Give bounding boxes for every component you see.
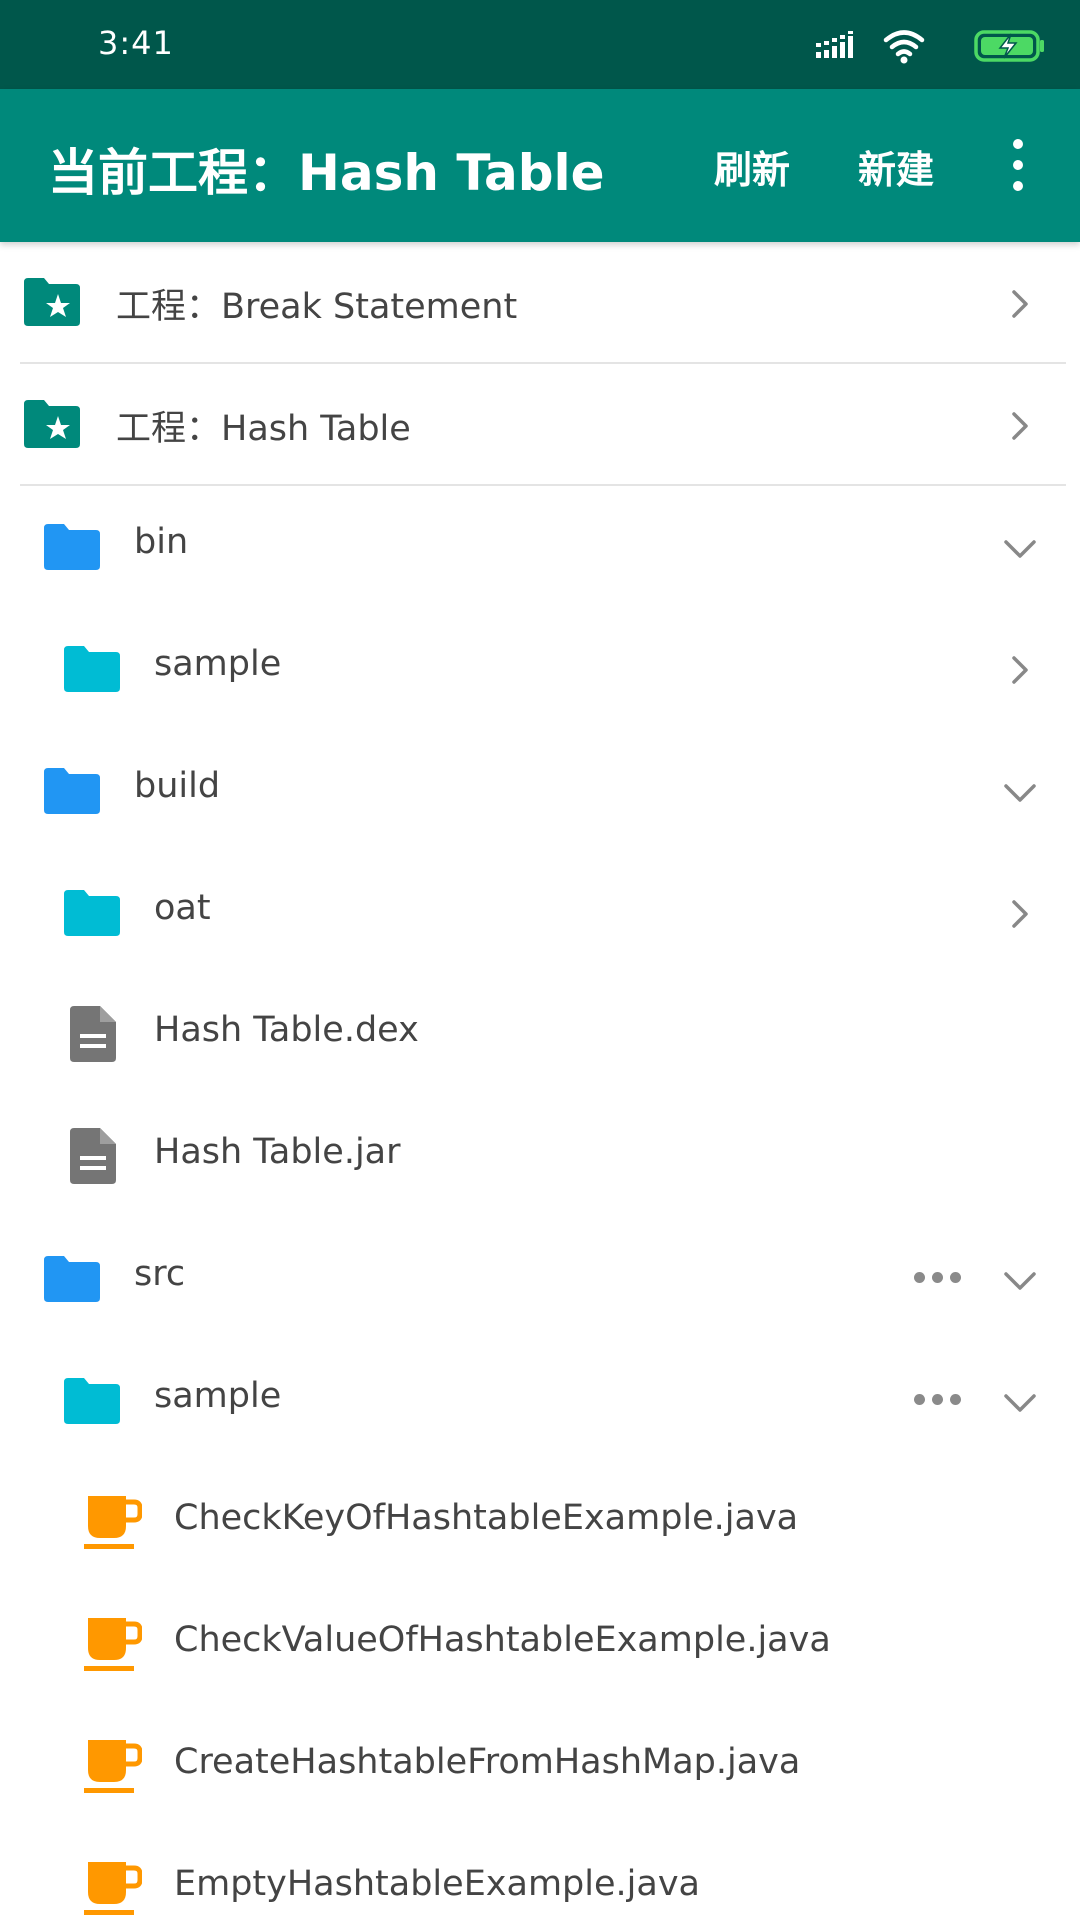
tree-item-folder[interactable]: build	[0, 730, 1080, 852]
chevron-right-icon[interactable]	[1002, 896, 1038, 932]
tree-item-label: bin	[134, 522, 189, 562]
project-item[interactable]: 工程：Hash Table	[20, 364, 1066, 486]
refresh-button[interactable]: 刷新	[714, 139, 790, 194]
new-button[interactable]: 新建	[858, 139, 934, 194]
more-horiz-icon[interactable]	[914, 1270, 962, 1286]
chevron-right-icon[interactable]	[1002, 408, 1038, 444]
project-label: 工程：Break Statement	[116, 287, 518, 327]
tree-item-label: CheckKeyOfHashtableExample.java	[174, 1498, 799, 1538]
tree-item-file[interactable]: Hash Table.dex	[0, 974, 1080, 1096]
tree-item-label: build	[134, 766, 221, 806]
chevron-right-icon[interactable]	[1002, 286, 1038, 322]
folder-icon	[44, 1256, 100, 1302]
more-horiz-icon[interactable]	[914, 1392, 962, 1408]
folder-icon	[64, 890, 120, 936]
star-folder-icon	[24, 400, 80, 448]
project-item[interactable]: 工程：Break Statement	[20, 242, 1066, 364]
project-label: 工程：Hash Table	[116, 409, 411, 449]
tree-item-label: EmptyHashtableExample.java	[174, 1864, 700, 1904]
tree-item-folder[interactable]: oat	[0, 852, 1080, 974]
tree-item-java-file[interactable]: CreateHashtableFromHashMap.java	[0, 1706, 1080, 1828]
page-title: 当前工程：Hash Table	[48, 144, 605, 202]
tree-item-label: oat	[154, 888, 211, 928]
file-tree: 工程：Break Statement 工程：Hash Table bin sam…	[0, 242, 1080, 1920]
tree-item-folder[interactable]: sample	[0, 1340, 1080, 1462]
tree-item-label: CheckValueOfHashtableExample.java	[174, 1620, 831, 1660]
java-cup-icon	[84, 1862, 142, 1915]
java-cup-icon	[84, 1740, 142, 1793]
java-cup-icon	[84, 1496, 142, 1549]
folder-icon	[64, 1378, 120, 1424]
chevron-right-icon[interactable]	[1002, 652, 1038, 688]
tree-item-folder[interactable]: src	[0, 1218, 1080, 1340]
wifi-icon	[883, 30, 925, 64]
tree-item-folder[interactable]: bin	[0, 486, 1080, 608]
chevron-down-icon[interactable]	[1002, 530, 1038, 566]
tree-item-label: src	[134, 1254, 186, 1294]
tree-item-label: sample	[154, 1376, 282, 1416]
status-bar: 3:41	[0, 0, 1080, 89]
java-cup-icon	[84, 1618, 142, 1671]
app-bar: 当前工程：Hash Table 刷新 新建	[0, 89, 1080, 242]
screen: 3:41 当前工程：Hash Table 刷新 新建 工程：Break Stat…	[0, 0, 1080, 1920]
status-time: 3:41	[98, 24, 174, 62]
tree-item-folder[interactable]: sample	[0, 608, 1080, 730]
chevron-down-icon[interactable]	[1002, 1384, 1038, 1420]
tree-item-label: Hash Table.dex	[154, 1010, 419, 1050]
file-icon	[70, 1006, 116, 1062]
tree-item-label: sample	[154, 644, 282, 684]
tree-item-file[interactable]: Hash Table.jar	[0, 1096, 1080, 1218]
folder-icon	[44, 524, 100, 570]
folder-icon	[64, 646, 120, 692]
tree-item-label: CreateHashtableFromHashMap.java	[174, 1742, 801, 1782]
tree-item-java-file[interactable]: CheckValueOfHashtableExample.java	[0, 1584, 1080, 1706]
tree-item-java-file[interactable]: CheckKeyOfHashtableExample.java	[0, 1462, 1080, 1584]
star-folder-icon	[24, 278, 80, 326]
tree-item-java-file[interactable]: EmptyHashtableExample.java	[0, 1828, 1080, 1920]
tree-item-label: Hash Table.jar	[154, 1132, 401, 1172]
signal-icon	[816, 31, 853, 58]
file-icon	[70, 1128, 116, 1184]
chevron-down-icon[interactable]	[1002, 774, 1038, 810]
battery-icon	[974, 30, 1044, 62]
chevron-down-icon[interactable]	[1002, 1262, 1038, 1298]
folder-icon	[44, 768, 100, 814]
overflow-menu-icon[interactable]	[1006, 139, 1030, 191]
